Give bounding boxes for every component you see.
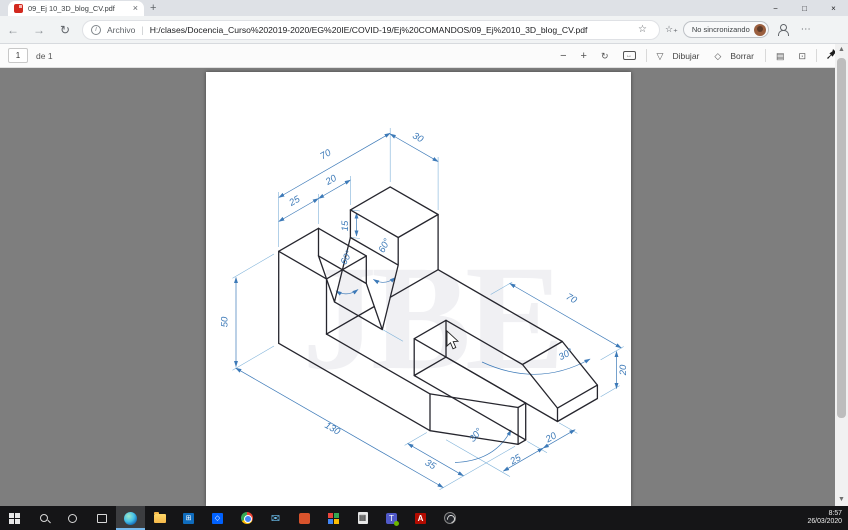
pdf-toolbar: 1 de 1 − + ↻ ↔ ▽ Dibujar ◇ Borrar ▤ ⊡ xyxy=(0,44,848,68)
task-view-icon[interactable] xyxy=(87,506,116,530)
clock-time: 8:57 xyxy=(808,510,843,519)
dimension-lines xyxy=(236,133,622,487)
dim-height-50: 50 xyxy=(220,316,231,327)
sync-status-button[interactable]: No sincronizando xyxy=(683,21,769,38)
scrollbar-thumb[interactable] xyxy=(837,58,846,418)
mouse-cursor xyxy=(447,331,458,349)
dim-top-width: 70 xyxy=(318,147,333,162)
dim-notch-60-right: 60° xyxy=(377,237,394,255)
isometric-drawing: 70 30 25 20 15 50 130 35 30° 25 20 70 30… xyxy=(0,68,835,506)
explorer-icon[interactable] xyxy=(145,506,174,530)
cortana-icon[interactable] xyxy=(58,506,87,530)
minimize-button[interactable]: − xyxy=(761,0,790,16)
forward-icon[interactable]: → xyxy=(26,23,52,37)
search-icon[interactable] xyxy=(29,506,58,530)
dim-step-20: 20 xyxy=(323,173,339,189)
dim-length-130: 130 xyxy=(323,420,343,438)
clock-date: 26/03/2020 xyxy=(808,518,843,527)
zoom-out-icon[interactable]: − xyxy=(553,45,573,67)
erase-icon[interactable]: ◇ xyxy=(707,45,728,67)
restore-button[interactable]: □ xyxy=(790,0,819,16)
page-number-input[interactable]: 1 xyxy=(8,48,28,63)
zoom-in-icon[interactable]: + xyxy=(574,45,594,67)
new-tab-button[interactable]: + xyxy=(150,2,156,14)
reload-icon[interactable]: ↻ xyxy=(52,23,78,37)
desktop: 09_Ej 10_3D_blog_CV.pdf × + − □ × ← → ↻ … xyxy=(0,0,848,530)
favorites-add-icon[interactable]: ☆₊ xyxy=(660,24,683,35)
teams-icon[interactable]: T xyxy=(377,506,406,530)
draw-label[interactable]: Dibujar xyxy=(670,51,707,61)
dim-top-depth: 30 xyxy=(410,130,425,145)
draw-icon[interactable]: ▽ xyxy=(650,45,671,67)
mail-icon[interactable]: ✉ xyxy=(261,506,290,530)
address-bar[interactable]: i Archivo | H:/clases/Docencia_Curso%202… xyxy=(82,20,660,40)
profile-avatar xyxy=(754,24,766,36)
page-count-label: de 1 xyxy=(36,51,53,61)
address-separator: | xyxy=(141,25,143,35)
dropbox-icon[interactable]: ◇ xyxy=(203,506,232,530)
dim-step-15: 15 xyxy=(340,220,351,231)
colors-app-icon[interactable] xyxy=(319,506,348,530)
pdf-favicon-icon xyxy=(14,4,23,13)
browser-menu-icon[interactable]: ⋯ xyxy=(797,24,820,35)
store-icon[interactable]: ⊞ xyxy=(174,506,203,530)
sync-status-label: No sincronizando xyxy=(692,25,750,34)
fit-to-width-icon[interactable]: ↔ xyxy=(623,51,636,60)
scroll-down-icon[interactable]: ▼ xyxy=(835,494,848,506)
url-text[interactable]: H:/clases/Docencia_Curso%202019-2020/EG%… xyxy=(150,25,628,35)
browser-tab[interactable]: 09_Ej 10_3D_blog_CV.pdf × xyxy=(8,1,144,16)
dim-angle-30-right: 30° xyxy=(557,346,575,363)
dim-slot-20: 20 xyxy=(543,430,559,446)
adobe-icon[interactable]: A xyxy=(406,506,435,530)
print-icon[interactable]: ▤ xyxy=(769,45,792,67)
dim-angle-30-front: 30° xyxy=(467,426,485,444)
close-button[interactable]: × xyxy=(819,0,848,16)
chrome-icon[interactable] xyxy=(232,506,261,530)
taskbar: ⊞ ◇ ✉ ▦ T A 8:57 26/03/2020 xyxy=(0,506,848,530)
dim-end-25: 25 xyxy=(508,452,524,468)
favorite-star-icon[interactable]: ☆ xyxy=(634,24,651,35)
dimension-labels: 70 30 25 20 15 50 130 35 30° 25 20 70 30… xyxy=(220,130,630,472)
save-icon[interactable]: ⊡ xyxy=(791,45,813,67)
dim-step-25: 25 xyxy=(287,194,303,210)
erase-label[interactable]: Borrar xyxy=(728,51,762,61)
scrollbar[interactable]: ▲ ▼ xyxy=(835,44,848,506)
browser-titlebar: 09_Ej 10_3D_blog_CV.pdf × + − □ × xyxy=(0,0,848,16)
pdf-viewer[interactable]: JBE xyxy=(0,68,835,506)
part-edges xyxy=(279,187,598,444)
rotate-icon[interactable]: ↻ xyxy=(594,45,616,67)
browser-navbar: ← → ↻ i Archivo | H:/clases/Docencia_Cur… xyxy=(0,16,848,44)
obs-icon[interactable] xyxy=(435,506,464,530)
start-icon[interactable] xyxy=(0,506,29,530)
feedback-icon[interactable] xyxy=(777,24,789,36)
dim-height-20: 20 xyxy=(618,364,629,376)
taskbar-clock[interactable]: 8:57 26/03/2020 xyxy=(808,510,848,527)
scroll-up-icon[interactable]: ▲ xyxy=(835,44,848,56)
back-icon[interactable]: ← xyxy=(0,23,26,37)
file-scheme-label: Archivo xyxy=(107,25,135,35)
edge-icon[interactable] xyxy=(116,506,145,530)
page-info-icon[interactable]: i xyxy=(91,25,101,35)
photos-icon[interactable] xyxy=(290,506,319,530)
dim-bar-70: 70 xyxy=(564,291,579,306)
calculator-icon[interactable]: ▦ xyxy=(348,506,377,530)
tab-title: 09_Ej 10_3D_blog_CV.pdf xyxy=(28,4,128,13)
tab-close-icon[interactable]: × xyxy=(133,4,138,13)
